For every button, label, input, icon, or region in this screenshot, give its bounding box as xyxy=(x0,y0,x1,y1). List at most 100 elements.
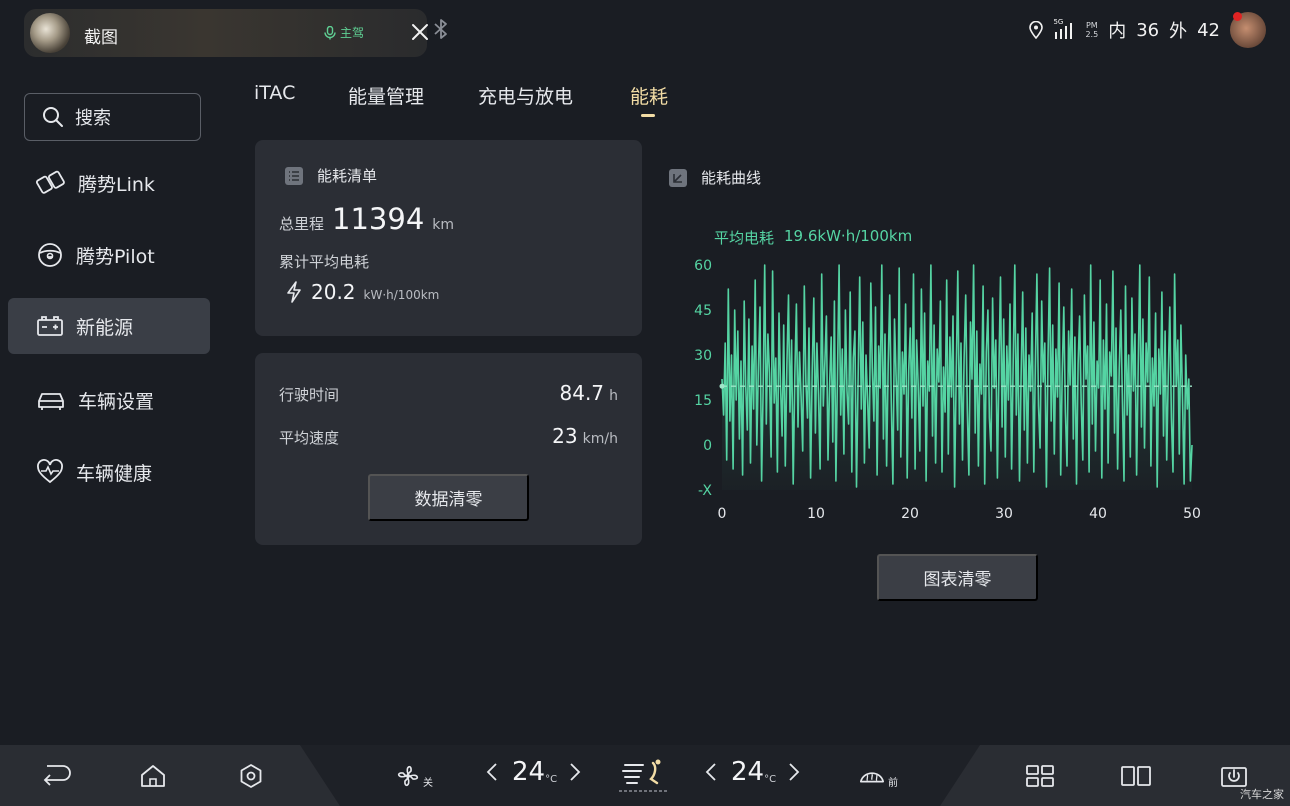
y-tick-label: 45 xyxy=(694,303,712,319)
drive-time-value: 84.7 xyxy=(559,381,605,405)
drive-time: 84.7 h xyxy=(560,381,619,405)
y-tick-label: 30 xyxy=(694,348,712,364)
right-temp-value: 24 xyxy=(731,757,765,787)
chart-header: 能耗曲线 xyxy=(669,167,761,188)
sidebar-item-link[interactable]: 腾势Link xyxy=(8,155,210,211)
x-tick-label: 0 xyxy=(718,506,727,522)
avg-speed-unit: km/h xyxy=(582,431,618,447)
sidebar-item-label: 车辆健康 xyxy=(76,462,153,485)
signal-icon xyxy=(1055,23,1073,39)
x-tick-label: 40 xyxy=(1089,506,1107,522)
heart-pulse-icon xyxy=(37,459,63,484)
drive-time-label: 行驶时间 xyxy=(279,386,340,404)
split-screen-icon xyxy=(1121,766,1151,786)
chart-title: 能耗曲线 xyxy=(701,169,762,187)
pm-indicator: PM 2.5 xyxy=(1085,21,1098,39)
search-icon xyxy=(43,107,63,127)
chevron-left-icon[interactable] xyxy=(705,762,717,782)
average-marker xyxy=(719,383,725,389)
fan-status: 关 xyxy=(423,777,433,789)
tab-itac[interactable]: iTAC xyxy=(254,82,295,104)
x-tick-label: 30 xyxy=(995,506,1013,522)
avg-consumption: 20.2 kW·h/100km xyxy=(285,280,439,304)
air-direction-button[interactable] xyxy=(616,756,672,796)
sidebar-item-label: 车辆设置 xyxy=(78,390,155,413)
screen-power-icon xyxy=(1221,767,1247,787)
media-title: 截图 xyxy=(84,28,118,48)
right-temp-unit: °C xyxy=(764,774,777,785)
location-icon xyxy=(1029,21,1044,39)
total-mileage: 总里程 11394 km xyxy=(279,202,454,236)
search-input[interactable]: 搜索 xyxy=(24,93,201,141)
fan-button[interactable]: 关 xyxy=(392,760,436,792)
y-tick-label: -X xyxy=(698,483,712,499)
apps-button[interactable] xyxy=(1025,760,1055,792)
left-temp-value: 24 xyxy=(512,757,546,787)
chart-avg-value: 19.6kW·h/100km xyxy=(784,227,913,245)
close-icon[interactable] xyxy=(408,20,432,44)
tab-charge-discharge[interactable]: 充电与放电 xyxy=(478,82,573,109)
total-mileage-unit: km xyxy=(432,217,455,233)
left-temp-unit: °C xyxy=(545,774,558,785)
pm-value: 2.5 xyxy=(1085,30,1099,39)
fan-icon xyxy=(397,765,419,787)
tab-energy-management[interactable]: 能量管理 xyxy=(348,82,424,109)
media-thumbnail xyxy=(30,13,70,53)
card-title: 能耗清单 xyxy=(317,167,378,185)
avg-speed-row: 平均速度 23 km/h xyxy=(279,424,618,448)
lightning-icon xyxy=(287,281,301,303)
defrost-icon xyxy=(859,772,885,783)
driver-badge: 主驾 xyxy=(324,24,364,41)
chevron-right-icon[interactable] xyxy=(569,762,581,782)
avg-consumption-unit: kW·h/100km xyxy=(363,288,440,302)
status-area: 5G PM 2.5 内 36 外 42 xyxy=(1029,12,1266,48)
search-placeholder: 搜索 xyxy=(75,108,111,129)
battery-icon xyxy=(37,316,63,336)
grid-icon xyxy=(1026,765,1054,787)
tab-consumption[interactable]: 能耗 xyxy=(630,82,668,109)
chevron-right-icon[interactable] xyxy=(788,762,800,782)
settings-button[interactable] xyxy=(236,760,266,792)
front-defrost-button[interactable]: 前 xyxy=(858,760,898,792)
chart-icon xyxy=(669,168,687,187)
left-temp-control: 24 °C xyxy=(486,757,581,787)
x-tick-label: 20 xyxy=(901,506,919,522)
sidebar-item-new-energy[interactable]: 新能源 xyxy=(8,298,210,354)
y-tick-label: 15 xyxy=(694,393,712,409)
chart-average: 平均电耗 19.6kW·h/100km xyxy=(714,227,912,248)
signal-indicator: 5G xyxy=(1053,18,1075,40)
list-icon xyxy=(285,166,303,185)
sidebar-item-label: 新能源 xyxy=(76,316,134,339)
steering-wheel-icon xyxy=(38,243,62,267)
inside-temp-label: 内 xyxy=(1108,21,1127,42)
inside-temp-value: 36 xyxy=(1136,19,1160,41)
total-mileage-value: 11394 xyxy=(332,202,425,236)
drive-time-unit: h xyxy=(609,388,618,404)
sidebar-item-label: 腾势Link xyxy=(78,173,155,196)
back-button[interactable] xyxy=(38,760,74,792)
avg-speed-value: 23 xyxy=(552,424,578,448)
watermark: 汽车之家 xyxy=(1240,788,1284,801)
media-widget[interactable]: 截图 主驾 xyxy=(24,9,428,57)
sidebar-item-vehicle-health[interactable]: 车辆健康 xyxy=(8,444,210,500)
outside-temp-label: 外 xyxy=(1169,21,1188,42)
card-header: 能耗清单 xyxy=(285,165,377,186)
reset-chart-button[interactable]: 图表清零 xyxy=(877,554,1038,601)
defrost-status: 前 xyxy=(888,777,898,789)
sidebar-item-vehicle-settings[interactable]: 车辆设置 xyxy=(8,372,210,428)
car-icon xyxy=(38,393,64,410)
split-screen-button[interactable] xyxy=(1121,760,1151,792)
microphone-icon xyxy=(324,25,336,39)
home-button[interactable] xyxy=(138,760,168,792)
total-mileage-label: 总里程 xyxy=(279,215,325,233)
sidebar-item-pilot[interactable]: 腾势Pilot xyxy=(8,227,210,283)
reset-data-button[interactable]: 数据清零 xyxy=(368,474,529,521)
trip-stats-card: 行驶时间 84.7 h 平均速度 23 km/h 数据清零 xyxy=(255,353,642,545)
drive-time-row: 行驶时间 84.7 h xyxy=(279,381,618,405)
chevron-left-icon[interactable] xyxy=(486,762,498,782)
avg-consumption-value: 20.2 xyxy=(311,280,356,304)
avatar[interactable] xyxy=(1230,12,1266,48)
avg-consumption-label: 累计平均电耗 xyxy=(279,253,370,271)
x-tick-label: 50 xyxy=(1183,506,1201,522)
y-tick-label: 0 xyxy=(703,438,712,454)
